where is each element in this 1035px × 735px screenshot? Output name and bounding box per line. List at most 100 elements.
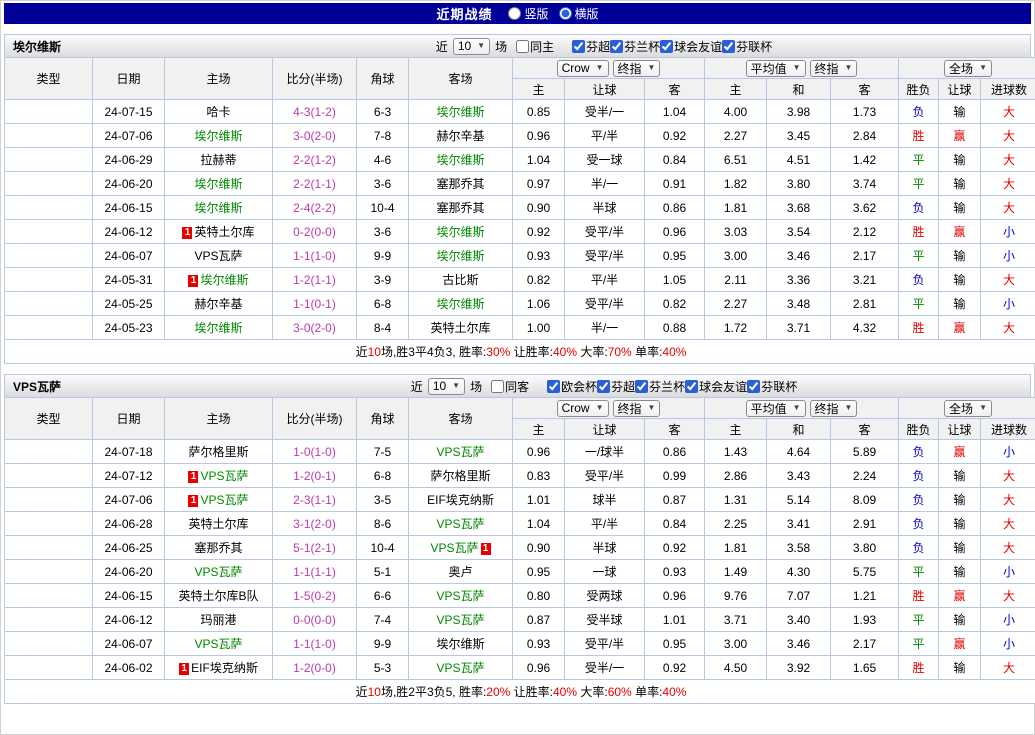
fulltime-select[interactable]: 全场▼ bbox=[944, 400, 992, 417]
league-checkbox[interactable] bbox=[597, 380, 610, 393]
avg-draw-cell: 7.07 bbox=[767, 584, 831, 608]
team-link: VPS瓦萨 bbox=[436, 517, 484, 531]
odds-stage-select[interactable]: 终指▼ bbox=[613, 60, 661, 77]
league-cell: 芬超 bbox=[5, 608, 93, 632]
league-filter-芬兰杯[interactable]: 芬兰杯 bbox=[610, 38, 660, 55]
league-filter-芬超[interactable]: 芬超 bbox=[597, 378, 635, 395]
avg-home-cell: 1.49 bbox=[705, 560, 767, 584]
league-filter-球会友谊[interactable]: 球会友谊 bbox=[685, 378, 747, 395]
sub-col-header: 客 bbox=[645, 79, 705, 100]
fulltime-select[interactable]: 全场▼ bbox=[944, 60, 992, 77]
league-cell: 芬超 bbox=[5, 656, 93, 680]
league-cell: 芬兰杯 bbox=[5, 196, 93, 220]
odds-stage-select[interactable]: 终指▼ bbox=[613, 400, 661, 417]
result-handicap-cell: 赢 bbox=[939, 124, 981, 148]
corner-cell: 3-9 bbox=[357, 268, 409, 292]
team-link: VPS瓦萨 bbox=[194, 249, 242, 263]
odds-home-cell: 0.97 bbox=[513, 172, 565, 196]
same-venue-filter[interactable]: 同主 bbox=[516, 38, 554, 55]
league-checkbox[interactable] bbox=[635, 380, 648, 393]
avg-home-cell: 3.03 bbox=[705, 220, 767, 244]
team-link: 埃尔维斯 bbox=[194, 177, 242, 191]
avg-away-cell: 2.17 bbox=[831, 632, 899, 656]
odds-group-header: Crow▼ 终指▼ bbox=[513, 58, 705, 79]
league-filter-芬兰杯[interactable]: 芬兰杯 bbox=[635, 378, 685, 395]
layout-option-horizontal[interactable]: 横版 bbox=[559, 5, 599, 22]
avg-stage-select[interactable]: 终指▼ bbox=[810, 400, 858, 417]
home-team-cell: 1VPS瓦萨 bbox=[165, 464, 273, 488]
league-filter-芬联杯[interactable]: 芬联杯 bbox=[747, 378, 797, 395]
average-select[interactable]: 平均值▼ bbox=[746, 60, 806, 77]
layout-radio[interactable] bbox=[508, 7, 521, 20]
bookmaker-select[interactable]: Crow▼ bbox=[557, 60, 609, 77]
league-filters: 欧会杯芬超芬兰杯球会友谊芬联杯 bbox=[547, 378, 797, 395]
away-team-cell: EIF埃克纳斯 bbox=[409, 488, 513, 512]
avg-draw-cell: 3.92 bbox=[767, 656, 831, 680]
home-team-cell: 英特土尔库B队 bbox=[165, 584, 273, 608]
result-outcome-cell: 平 bbox=[899, 560, 939, 584]
score-cell: 1-2(1-1) bbox=[273, 268, 357, 292]
league-checkbox[interactable] bbox=[547, 380, 560, 393]
date-cell: 24-05-23 bbox=[93, 316, 165, 340]
team-section: 埃尔维斯 近 10▼ 场 同主 芬超芬兰杯球会友谊芬联杯 类型 bbox=[4, 34, 1031, 364]
corner-cell: 3-6 bbox=[357, 220, 409, 244]
match-row: 芬超24-06-07VPS瓦萨1-1(1-0)9-9埃尔维斯0.93受平/半0.… bbox=[5, 244, 1035, 268]
score-cell: 3-0(2-0) bbox=[273, 316, 357, 340]
summary-segment: 近 bbox=[356, 345, 368, 359]
dropdown-arrow-icon: ▼ bbox=[648, 404, 656, 412]
league-filter-球会友谊[interactable]: 球会友谊 bbox=[660, 38, 722, 55]
league-checkbox[interactable] bbox=[610, 40, 623, 53]
home-team-cell: 萨尔格里斯 bbox=[165, 440, 273, 464]
team-link: 埃尔维斯 bbox=[436, 153, 484, 167]
league-filter-芬超[interactable]: 芬超 bbox=[572, 38, 610, 55]
odds-away-cell: 0.87 bbox=[645, 488, 705, 512]
same-venue-checkbox[interactable] bbox=[491, 380, 504, 393]
layout-option-vertical[interactable]: 竖版 bbox=[508, 5, 548, 22]
odds-away-cell: 1.04 bbox=[645, 100, 705, 124]
league-cell: 芬超 bbox=[5, 632, 93, 656]
recent-count-select[interactable]: 10▼ bbox=[453, 38, 490, 55]
league-cell: 芬超 bbox=[5, 220, 93, 244]
away-team-cell: 英特土尔库 bbox=[409, 316, 513, 340]
team-link: 英特土尔库 bbox=[430, 321, 490, 335]
team-link: VPS瓦萨 bbox=[436, 661, 484, 675]
date-cell: 24-06-20 bbox=[93, 172, 165, 196]
same-venue-filter[interactable]: 同客 bbox=[491, 378, 529, 395]
match-row: 芬超24-06-021EIF埃克纳斯1-2(0-0)5-3VPS瓦萨0.96受半… bbox=[5, 656, 1035, 680]
league-checkbox[interactable] bbox=[660, 40, 673, 53]
layout-radio[interactable] bbox=[559, 7, 572, 20]
avg-stage-select[interactable]: 终指▼ bbox=[810, 60, 858, 77]
league-filter-欧会杯[interactable]: 欧会杯 bbox=[547, 378, 597, 395]
match-row: 芬超24-06-20埃尔维斯2-2(1-1)3-6塞那乔其0.97半/一0.91… bbox=[5, 172, 1035, 196]
result-goals-cell: 大 bbox=[981, 464, 1035, 488]
corner-cell: 10-4 bbox=[357, 536, 409, 560]
league-checkbox[interactable] bbox=[685, 380, 698, 393]
team-link: 埃尔维斯 bbox=[436, 105, 484, 119]
same-venue-checkbox[interactable] bbox=[516, 40, 529, 53]
league-checkbox[interactable] bbox=[747, 380, 760, 393]
average-select[interactable]: 平均值▼ bbox=[746, 400, 806, 417]
league-checkbox[interactable] bbox=[722, 40, 735, 53]
bookmaker-select[interactable]: Crow▼ bbox=[557, 400, 609, 417]
home-team-cell: 1埃尔维斯 bbox=[165, 268, 273, 292]
result-handicap-cell: 输 bbox=[939, 100, 981, 124]
league-cell: 芬超 bbox=[5, 560, 93, 584]
col-header-type: 类型 bbox=[5, 398, 93, 440]
recent-suffix-label: 场 bbox=[495, 38, 507, 55]
league-cell: 欧会杯 bbox=[5, 440, 93, 464]
avg-away-cell: 2.24 bbox=[831, 464, 899, 488]
result-outcome-cell: 负 bbox=[899, 464, 939, 488]
league-filter-芬联杯[interactable]: 芬联杯 bbox=[722, 38, 772, 55]
league-checkbox[interactable] bbox=[572, 40, 585, 53]
match-row: 芬超24-07-06埃尔维斯3-0(2-0)7-8赫尔辛基0.96平/半0.92… bbox=[5, 124, 1035, 148]
home-team-cell: 1EIF埃克纳斯 bbox=[165, 656, 273, 680]
score-cell: 2-4(2-2) bbox=[273, 196, 357, 220]
avg-home-cell: 2.27 bbox=[705, 124, 767, 148]
summary-segment: 20% bbox=[486, 685, 510, 699]
corner-cell: 6-8 bbox=[357, 292, 409, 316]
recent-count-select[interactable]: 10▼ bbox=[428, 378, 465, 395]
team-link: VPS瓦萨 bbox=[200, 493, 248, 507]
dropdown-arrow-icon: ▼ bbox=[979, 64, 987, 72]
odds-handicap-cell: 受平/半 bbox=[565, 632, 645, 656]
odds-away-cell: 0.86 bbox=[645, 440, 705, 464]
